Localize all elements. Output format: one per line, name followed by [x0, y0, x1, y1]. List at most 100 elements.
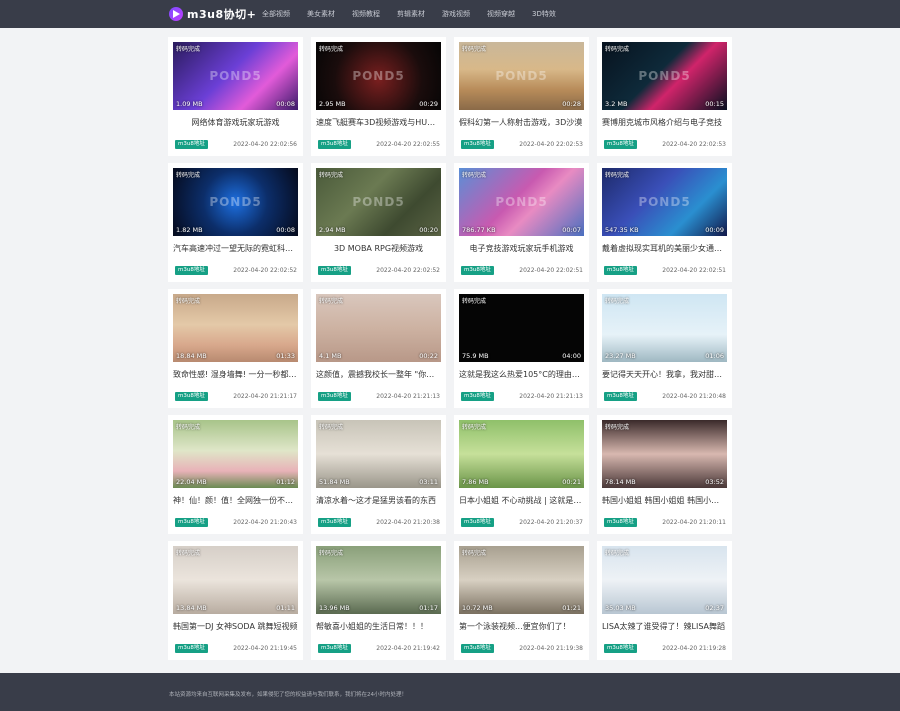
video-thumbnail[interactable]: 转码完成 78.14 MB 03:52	[602, 420, 727, 488]
video-card[interactable]: 转码完成 18.84 MB 01:33 致命性感! 湿身墙舞! 一分一秒都不能错过 m3…	[168, 289, 303, 408]
file-size: 7.86 MB	[462, 478, 489, 486]
video-card[interactable]: 转码完成 35.03 MB 02:37 LISA太辣了谁受得了！辣LISA舞蹈 m3u8…	[597, 541, 732, 660]
video-title[interactable]: 清凉水着～这才是猛男该看的东西	[316, 495, 441, 506]
nav-item[interactable]: 美女素材	[307, 0, 335, 28]
video-title[interactable]: 速度飞艇赛车3D视频游戏与HUD界面	[316, 117, 441, 128]
video-title[interactable]: 要记得天天开心！我拿，我对甜美的你	[602, 369, 727, 380]
video-thumbnail[interactable]: 转码完成 51.84 MB 03:11	[316, 420, 441, 488]
video-duration: 00:08	[276, 100, 295, 108]
video-card[interactable]: 转码完成 78.14 MB 03:52 韩国小姐姐 韩国小姐姐 韩国小姐姐 m3u8地址…	[597, 415, 732, 534]
m3u8-link-tag[interactable]: m3u8地址	[604, 140, 637, 149]
video-title[interactable]: 这颜值，震撼我校长一整年 "你是我的	[316, 369, 441, 380]
video-title[interactable]: 第一个泳装视频...便宜你们了！	[459, 621, 584, 632]
video-title[interactable]: 赛博朋克城市风格介绍与电子竞技	[602, 117, 727, 128]
video-card[interactable]: 转码完成 POND5 547.35 KB 00:09 戴着虚拟现实耳机的美丽少女通过VR…	[597, 163, 732, 282]
m3u8-link-tag[interactable]: m3u8地址	[604, 644, 637, 653]
m3u8-link-tag[interactable]: m3u8地址	[461, 518, 494, 527]
video-thumbnail[interactable]: 转码完成 POND5 3.2 MB 00:15	[602, 42, 727, 110]
video-title[interactable]: 神！仙！颜！值！全网独一份不到1分钟	[173, 495, 298, 506]
video-title[interactable]: 假科幻第一人称射击游戏，3D沙漠	[459, 117, 584, 128]
transcode-status-badge: 转码完成	[462, 172, 487, 179]
video-title[interactable]: 网络体育游戏玩家玩游戏	[173, 117, 298, 128]
nav-item[interactable]: 3D特效	[532, 0, 556, 28]
m3u8-link-tag[interactable]: m3u8地址	[318, 392, 351, 401]
video-card[interactable]: 转码完成 POND5 3.2 MB 00:15 赛博朋克城市风格介绍与电子竞技 m3u8地…	[597, 37, 732, 156]
m3u8-link-tag[interactable]: m3u8地址	[461, 644, 494, 653]
m3u8-link-tag[interactable]: m3u8地址	[604, 266, 637, 275]
video-card[interactable]: 转码完成 POND5 1.82 MB 00:08 汽车高速冲过一望无际的霓虹科幻隧道 m3…	[168, 163, 303, 282]
video-thumbnail[interactable]: 转码完成 22.04 MB 01:12	[173, 420, 298, 488]
m3u8-link-tag[interactable]: m3u8地址	[461, 392, 494, 401]
video-thumbnail[interactable]: 转码完成 POND5 00:28	[459, 42, 584, 110]
video-title[interactable]: 韩国第一DJ 女神SODA 跳舞短视频	[173, 621, 298, 632]
video-card[interactable]: 转码完成 POND5 2.95 MB 00:29 速度飞艇赛车3D视频游戏与HUD界面 m…	[311, 37, 446, 156]
video-card[interactable]: 转码完成 POND5 2.94 MB 00:20 3D MOBA RPG视频游戏 m3u8…	[311, 163, 446, 282]
video-card[interactable]: 转码完成 4.1 MB 00:22 这颜值，震撼我校长一整年 "你是我的 m3u8地址 2…	[311, 289, 446, 408]
video-thumbnail[interactable]: 转码完成 POND5 2.95 MB 00:29	[316, 42, 441, 110]
video-title[interactable]: 帮敏喜小姐姐的生活日常！！！	[316, 621, 441, 632]
file-size: 23.27 MB	[605, 352, 636, 360]
video-card[interactable]: 转码完成 POND5 00:28 假科幻第一人称射击游戏，3D沙漠 m3u8地址 2022…	[454, 37, 589, 156]
video-thumbnail[interactable]: 转码完成 POND5 2.94 MB 00:20	[316, 168, 441, 236]
video-thumbnail[interactable]: 转码完成 13.84 MB 01:11	[173, 546, 298, 614]
video-card[interactable]: 转码完成 51.84 MB 03:11 清凉水着～这才是猛男该看的东西 m3u8地址 20…	[311, 415, 446, 534]
video-title[interactable]: 韩国小姐姐 韩国小姐姐 韩国小姐姐	[602, 495, 727, 506]
m3u8-link-tag[interactable]: m3u8地址	[318, 518, 351, 527]
video-title[interactable]: 这就是我这么热爱105°C的理由！！！	[459, 369, 584, 380]
video-thumbnail[interactable]: 转码完成 POND5 547.35 KB 00:09	[602, 168, 727, 236]
upload-date: 2022-04-20 21:21:13	[376, 393, 440, 400]
video-card[interactable]: 转码完成 POND5 786.77 KB 00:07 电子竞技游戏玩家玩手机游戏 m3u8…	[454, 163, 589, 282]
video-title[interactable]: 汽车高速冲过一望无际的霓虹科幻隧道	[173, 243, 298, 254]
video-thumbnail[interactable]: 转码完成 75.9 MB 04:00	[459, 294, 584, 362]
video-thumbnail[interactable]: 转码完成 18.84 MB 01:33	[173, 294, 298, 362]
video-title[interactable]: 致命性感! 湿身墙舞! 一分一秒都不能错过	[173, 369, 298, 380]
video-title[interactable]: 电子竞技游戏玩家玩手机游戏	[459, 243, 584, 254]
upload-date: 2022-04-20 21:19:45	[233, 645, 297, 652]
site-logo[interactable]: m3u8协切+	[169, 6, 256, 22]
video-title[interactable]: 戴着虚拟现实耳机的美丽少女通过VR	[602, 243, 727, 254]
file-size: 51.84 MB	[319, 478, 350, 486]
video-thumbnail[interactable]: 转码完成 35.03 MB 02:37	[602, 546, 727, 614]
m3u8-link-tag[interactable]: m3u8地址	[175, 518, 208, 527]
file-size: 2.94 MB	[319, 226, 346, 234]
video-card[interactable]: 转码完成 POND5 1.09 MB 00:08 网络体育游戏玩家玩游戏 m3u8地址 20…	[168, 37, 303, 156]
m3u8-link-tag[interactable]: m3u8地址	[175, 644, 208, 653]
video-title[interactable]: LISA太辣了谁受得了！辣LISA舞蹈	[602, 621, 727, 632]
video-thumbnail[interactable]: 转码完成 7.86 MB 00:21	[459, 420, 584, 488]
play-logo-icon	[169, 7, 183, 21]
video-card[interactable]: 转码完成 23.27 MB 01:06 要记得天天开心！我拿，我对甜美的你 m3u8地址…	[597, 289, 732, 408]
nav-item[interactable]: 游戏视频	[442, 0, 470, 28]
video-title[interactable]: 日本小姐姐 不心动挑战 | 这就是我老婆	[459, 495, 584, 506]
video-card[interactable]: 转码完成 13.84 MB 01:11 韩国第一DJ 女神SODA 跳舞短视频 m3u8…	[168, 541, 303, 660]
m3u8-link-tag[interactable]: m3u8地址	[175, 392, 208, 401]
m3u8-link-tag[interactable]: m3u8地址	[175, 140, 208, 149]
m3u8-link-tag[interactable]: m3u8地址	[604, 518, 637, 527]
video-duration: 00:29	[419, 100, 438, 108]
video-thumbnail[interactable]: 转码完成 4.1 MB 00:22	[316, 294, 441, 362]
video-card[interactable]: 转码完成 13.96 MB 01:17 帮敏喜小姐姐的生活日常！！！ m3u8地址 202…	[311, 541, 446, 660]
nav-item[interactable]: 视频教程	[352, 0, 380, 28]
video-card[interactable]: 转码完成 10.72 MB 01:21 第一个泳装视频...便宜你们了！ m3u8地址 2…	[454, 541, 589, 660]
m3u8-link-tag[interactable]: m3u8地址	[175, 266, 208, 275]
video-thumbnail[interactable]: 转码完成 POND5 1.09 MB 00:08	[173, 42, 298, 110]
video-card[interactable]: 转码完成 22.04 MB 01:12 神！仙！颜！值！全网独一份不到1分钟 m3u8地…	[168, 415, 303, 534]
video-card[interactable]: 转码完成 75.9 MB 04:00 这就是我这么热爱105°C的理由！！！ m3u8地…	[454, 289, 589, 408]
video-thumbnail[interactable]: 转码完成 13.96 MB 01:17	[316, 546, 441, 614]
m3u8-link-tag[interactable]: m3u8地址	[318, 140, 351, 149]
m3u8-link-tag[interactable]: m3u8地址	[604, 392, 637, 401]
video-thumbnail[interactable]: 转码完成 23.27 MB 01:06	[602, 294, 727, 362]
video-title[interactable]: 3D MOBA RPG视频游戏	[316, 243, 441, 254]
m3u8-link-tag[interactable]: m3u8地址	[318, 266, 351, 275]
upload-date: 2022-04-20 21:19:28	[662, 645, 726, 652]
m3u8-link-tag[interactable]: m3u8地址	[461, 266, 494, 275]
video-thumbnail[interactable]: 转码完成 10.72 MB 01:21	[459, 546, 584, 614]
file-size: 22.04 MB	[176, 478, 207, 486]
m3u8-link-tag[interactable]: m3u8地址	[461, 140, 494, 149]
video-thumbnail[interactable]: 转码完成 POND5 786.77 KB 00:07	[459, 168, 584, 236]
nav-item[interactable]: 视频穿越	[487, 0, 515, 28]
nav-item[interactable]: 全部视频	[262, 0, 290, 28]
m3u8-link-tag[interactable]: m3u8地址	[318, 644, 351, 653]
nav-item[interactable]: 剪辑素材	[397, 0, 425, 28]
video-card[interactable]: 转码完成 7.86 MB 00:21 日本小姐姐 不心动挑战 | 这就是我老婆 m3u8…	[454, 415, 589, 534]
video-thumbnail[interactable]: 转码完成 POND5 1.82 MB 00:08	[173, 168, 298, 236]
